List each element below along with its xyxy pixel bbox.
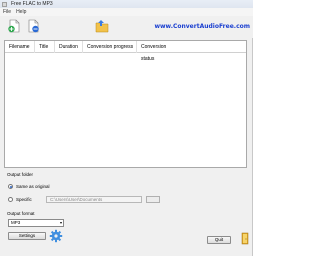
settings-gear-icon[interactable]	[49, 229, 63, 243]
column-conversion-status[interactable]: Conversion status	[137, 41, 181, 62]
output-format-select[interactable]: MP3 ▾	[8, 219, 64, 227]
table-header: Filename Title Duration Conversion progr…	[5, 40, 246, 62]
column-conversion-progress[interactable]: Conversion progress	[83, 40, 137, 53]
title-bar: Free FLAC to MP3	[0, 0, 253, 8]
toolbar: www.ConvertAudioFree.com	[0, 16, 253, 38]
output-path-field[interactable]: C:\Users\User\Documents	[46, 196, 142, 203]
menu-help[interactable]: Help	[16, 9, 26, 15]
output-format-value: MP3	[11, 220, 21, 225]
app-icon	[2, 1, 7, 7]
convert-folder-icon[interactable]	[95, 19, 109, 33]
specific-label: Specific	[16, 197, 32, 202]
file-table[interactable]: Filename Title Duration Conversion progr…	[4, 40, 247, 168]
menu-file[interactable]: File	[3, 9, 11, 15]
output-folder-label: Output folder	[7, 172, 34, 177]
main-window: Free FLAC to MP3 File Help www.ConvertAu…	[0, 0, 253, 256]
website-link[interactable]: www.ConvertAudioFree.com	[154, 23, 250, 30]
remove-files-icon[interactable]	[26, 19, 40, 33]
exit-door-icon[interactable]	[241, 232, 249, 245]
add-files-icon[interactable]	[7, 19, 21, 33]
column-duration[interactable]: Duration	[55, 40, 83, 53]
output-format-label: Output format	[7, 211, 35, 216]
column-title[interactable]: Title	[35, 40, 55, 53]
window-title: Free FLAC to MP3	[11, 1, 53, 7]
radio-same-as-original[interactable]	[8, 184, 13, 189]
settings-button[interactable]: Settings	[8, 232, 46, 240]
chevron-down-icon: ▾	[59, 220, 62, 225]
browse-button[interactable]	[146, 196, 160, 203]
quit-button[interactable]: Quit	[207, 236, 231, 244]
same-as-original-label: Same as original	[16, 184, 50, 189]
column-filename[interactable]: Filename	[5, 40, 35, 53]
background-strip	[253, 0, 257, 256]
radio-specific[interactable]	[8, 197, 13, 202]
menu-bar: File Help	[0, 8, 253, 16]
